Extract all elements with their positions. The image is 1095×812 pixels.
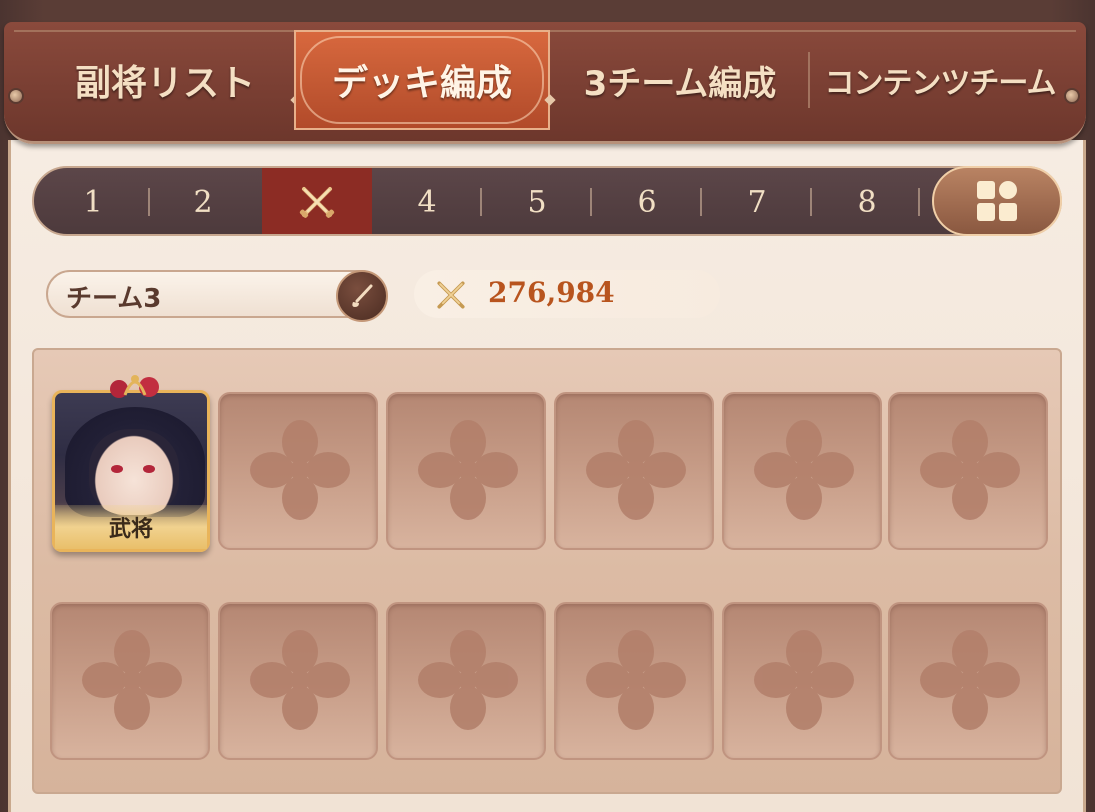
deck-number: 6 (637, 184, 657, 220)
empty-slot[interactable] (554, 602, 714, 760)
team-power-display: 276,984 (414, 270, 720, 318)
hero-eye (143, 465, 155, 473)
tab-label: 3チーム編成 (583, 63, 777, 104)
tab-deck-formation[interactable]: デッキ編成 (294, 30, 550, 130)
flower-emblem-icon (250, 630, 350, 730)
flower-emblem-icon (920, 420, 1020, 520)
grid-view-button[interactable] (932, 166, 1062, 236)
hero-portrait-face (89, 429, 179, 515)
flower-emblem-icon (586, 420, 686, 520)
crossed-swords-icon (437, 281, 465, 309)
flower-emblem-icon (82, 630, 182, 730)
deck-button-2[interactable]: 2 (148, 168, 258, 234)
deck-number: 8 (857, 184, 877, 220)
hero-eye (111, 465, 123, 473)
tab-separator (808, 52, 810, 108)
hero-slot-general[interactable]: 武将 (52, 375, 210, 552)
crossed-swords-icon (299, 187, 335, 218)
deck-button-7[interactable]: 7 (702, 168, 812, 234)
tabbar-knob-left (8, 88, 24, 104)
empty-slot[interactable] (218, 602, 378, 760)
flower-emblem-icon (418, 630, 518, 730)
team-name-field[interactable]: チーム3 (46, 270, 386, 318)
tab-content-team[interactable]: コンテンツチーム (812, 30, 1068, 130)
flower-emblem-icon (920, 630, 1020, 730)
deck-number: 1 (83, 184, 103, 220)
deck-selector-bar: 1 2 4 5 6 7 8 (32, 166, 1062, 236)
empty-slot[interactable] (386, 602, 546, 760)
grid-view-icon (977, 181, 1017, 221)
rename-team-button[interactable] (336, 270, 388, 322)
tab-label: コンテンツチーム (824, 66, 1056, 101)
deck-button-5[interactable]: 5 (482, 168, 592, 234)
tab-vice-general-list[interactable]: 副将リスト (34, 30, 296, 130)
tab-3-team-formation[interactable]: 3チーム編成 (552, 30, 808, 130)
flower-emblem-icon (754, 420, 854, 520)
empty-slot[interactable] (722, 392, 882, 550)
empty-slot[interactable] (50, 602, 210, 760)
empty-slot[interactable] (888, 602, 1048, 760)
deck-button-8[interactable]: 8 (812, 168, 922, 234)
top-tab-bar: 副将リスト デッキ編成 3チーム編成 コンテンツチーム (4, 22, 1086, 144)
empty-slot[interactable] (554, 392, 714, 550)
deck-number: 5 (527, 184, 547, 220)
empty-slot[interactable] (218, 392, 378, 550)
hero-role-label: 武将 (55, 505, 207, 549)
flower-emblem-icon (586, 630, 686, 730)
empty-slot[interactable] (386, 392, 546, 550)
deck-separator (918, 188, 920, 216)
empty-slot[interactable] (722, 602, 882, 760)
flower-emblem-icon (250, 420, 350, 520)
flower-emblem-icon (418, 420, 518, 520)
deck-number: 4 (417, 184, 437, 220)
deck-number: 7 (747, 184, 767, 220)
flower-emblem-icon (754, 630, 854, 730)
empty-slot[interactable] (888, 392, 1048, 550)
deck-button-4[interactable]: 4 (372, 168, 482, 234)
brush-icon (352, 284, 373, 307)
deck-button-1[interactable]: 1 (38, 168, 148, 234)
team-name: チーム3 (66, 284, 162, 314)
team-power-value: 276,984 (488, 276, 615, 309)
deck-number: 2 (193, 184, 213, 220)
deck-button-6[interactable]: 6 (592, 168, 702, 234)
tab-label: デッキ編成 (331, 63, 512, 104)
hair-ornament-icon (110, 375, 159, 398)
tab-label: 副将リスト (74, 63, 255, 104)
deck-button-3-active[interactable] (262, 168, 372, 234)
